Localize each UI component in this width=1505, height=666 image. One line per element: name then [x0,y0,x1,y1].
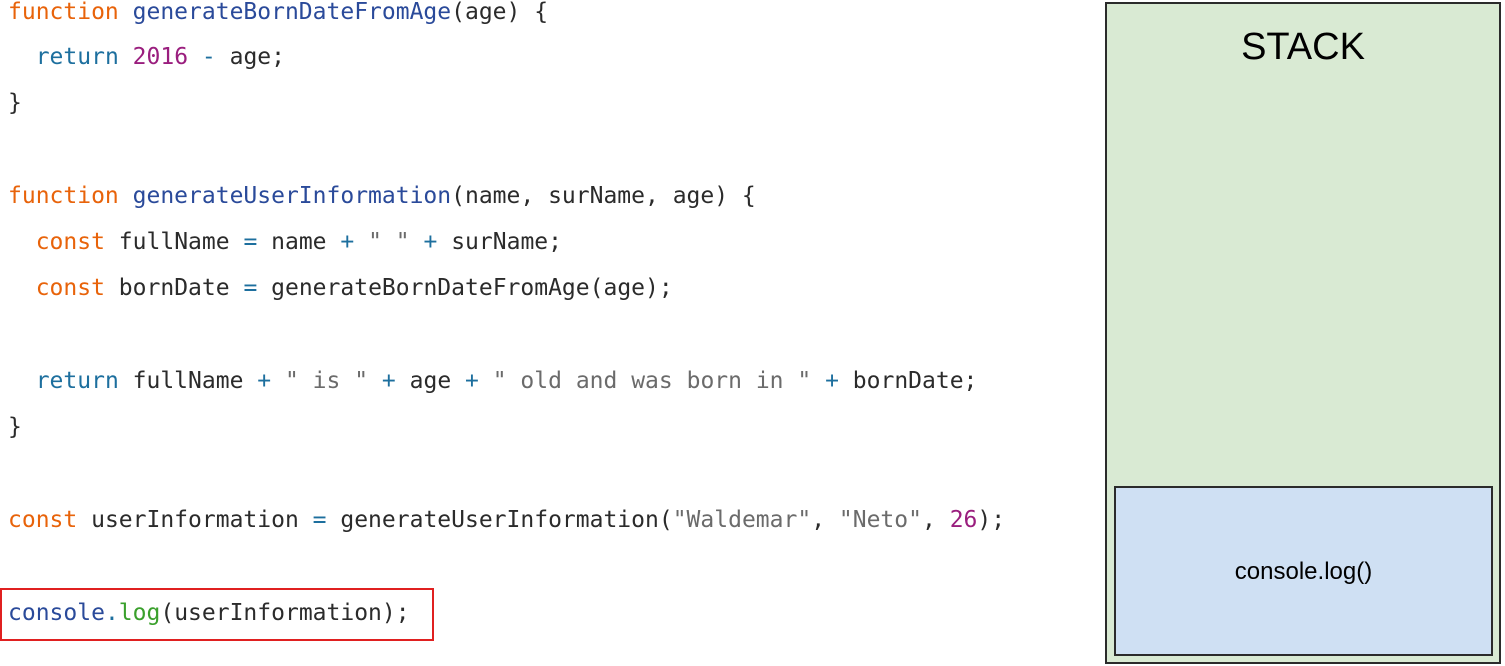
number-literal: 26 [949,507,978,533]
string-literal: "Neto" [838,507,922,533]
code-line: return fullName + " is " + age + " old a… [8,366,978,396]
stack-title: STACK [1241,26,1365,68]
keyword: function [8,0,119,25]
operator: + [423,229,438,255]
code-text: } [8,414,22,440]
operator: - [188,44,230,70]
code-text: , [811,507,839,533]
code-line: } [8,88,22,118]
operator: + [825,368,839,394]
code-line: function generateUserInformation(name, s… [8,181,756,211]
code-line: const bornDate = generateBornDateFromAge… [8,273,673,303]
operator: + [257,368,272,394]
current-line-highlight [0,588,434,641]
call-stack: STACK console.log() [1105,2,1501,664]
operator: = [243,229,258,255]
string-literal: " old and was born in " [478,368,826,394]
code-text: } [8,90,22,116]
code-line: const userInformation = generateUserInfo… [8,505,1005,535]
code-text: surName; [437,229,562,255]
operator: + [465,368,479,394]
string-literal: " is " [271,368,382,394]
keyword: const [8,507,78,533]
code-text: bornDate [104,275,244,301]
operator: = [243,275,258,301]
operator: = [312,507,327,533]
stack-frame: console.log() [1114,486,1493,656]
number-literal: 2016 [132,44,189,70]
return-keyword: return [35,368,119,394]
code-text: generateBornDateFromAge(age); [257,275,673,301]
code-text: bornDate; [838,368,978,394]
code-text: ); [977,507,1006,533]
code-text: age; [229,44,285,70]
function-name: generateUserInformation [132,183,452,209]
code-text: , [921,507,950,533]
code-text: (name, surName, age) { [451,183,756,209]
code-text: generateUserInformation( [326,507,673,533]
code-line: return 2016 - age; [8,42,285,72]
keyword: const [35,275,105,301]
code-line: function generateBornDateFromAge(age) { [8,0,548,27]
code-text: fullName [118,368,258,394]
code-text: (age) { [451,0,549,25]
string-literal: " " [354,229,424,255]
stack-frame-label: console.log() [1234,558,1373,585]
operator: + [340,229,355,255]
code-line: const fullName = name + " " + surName; [8,227,562,257]
keyword: const [35,229,105,255]
code-text: userInformation [77,507,313,533]
code-line: } [8,412,22,442]
code-text: age [395,368,466,394]
code-text: name [257,229,341,255]
string-literal: "Waldemar" [672,507,812,533]
code-text: fullName [104,229,244,255]
operator: + [381,368,396,394]
keyword: function [8,183,119,209]
function-name: generateBornDateFromAge [132,0,452,25]
return-keyword: return [35,44,119,70]
